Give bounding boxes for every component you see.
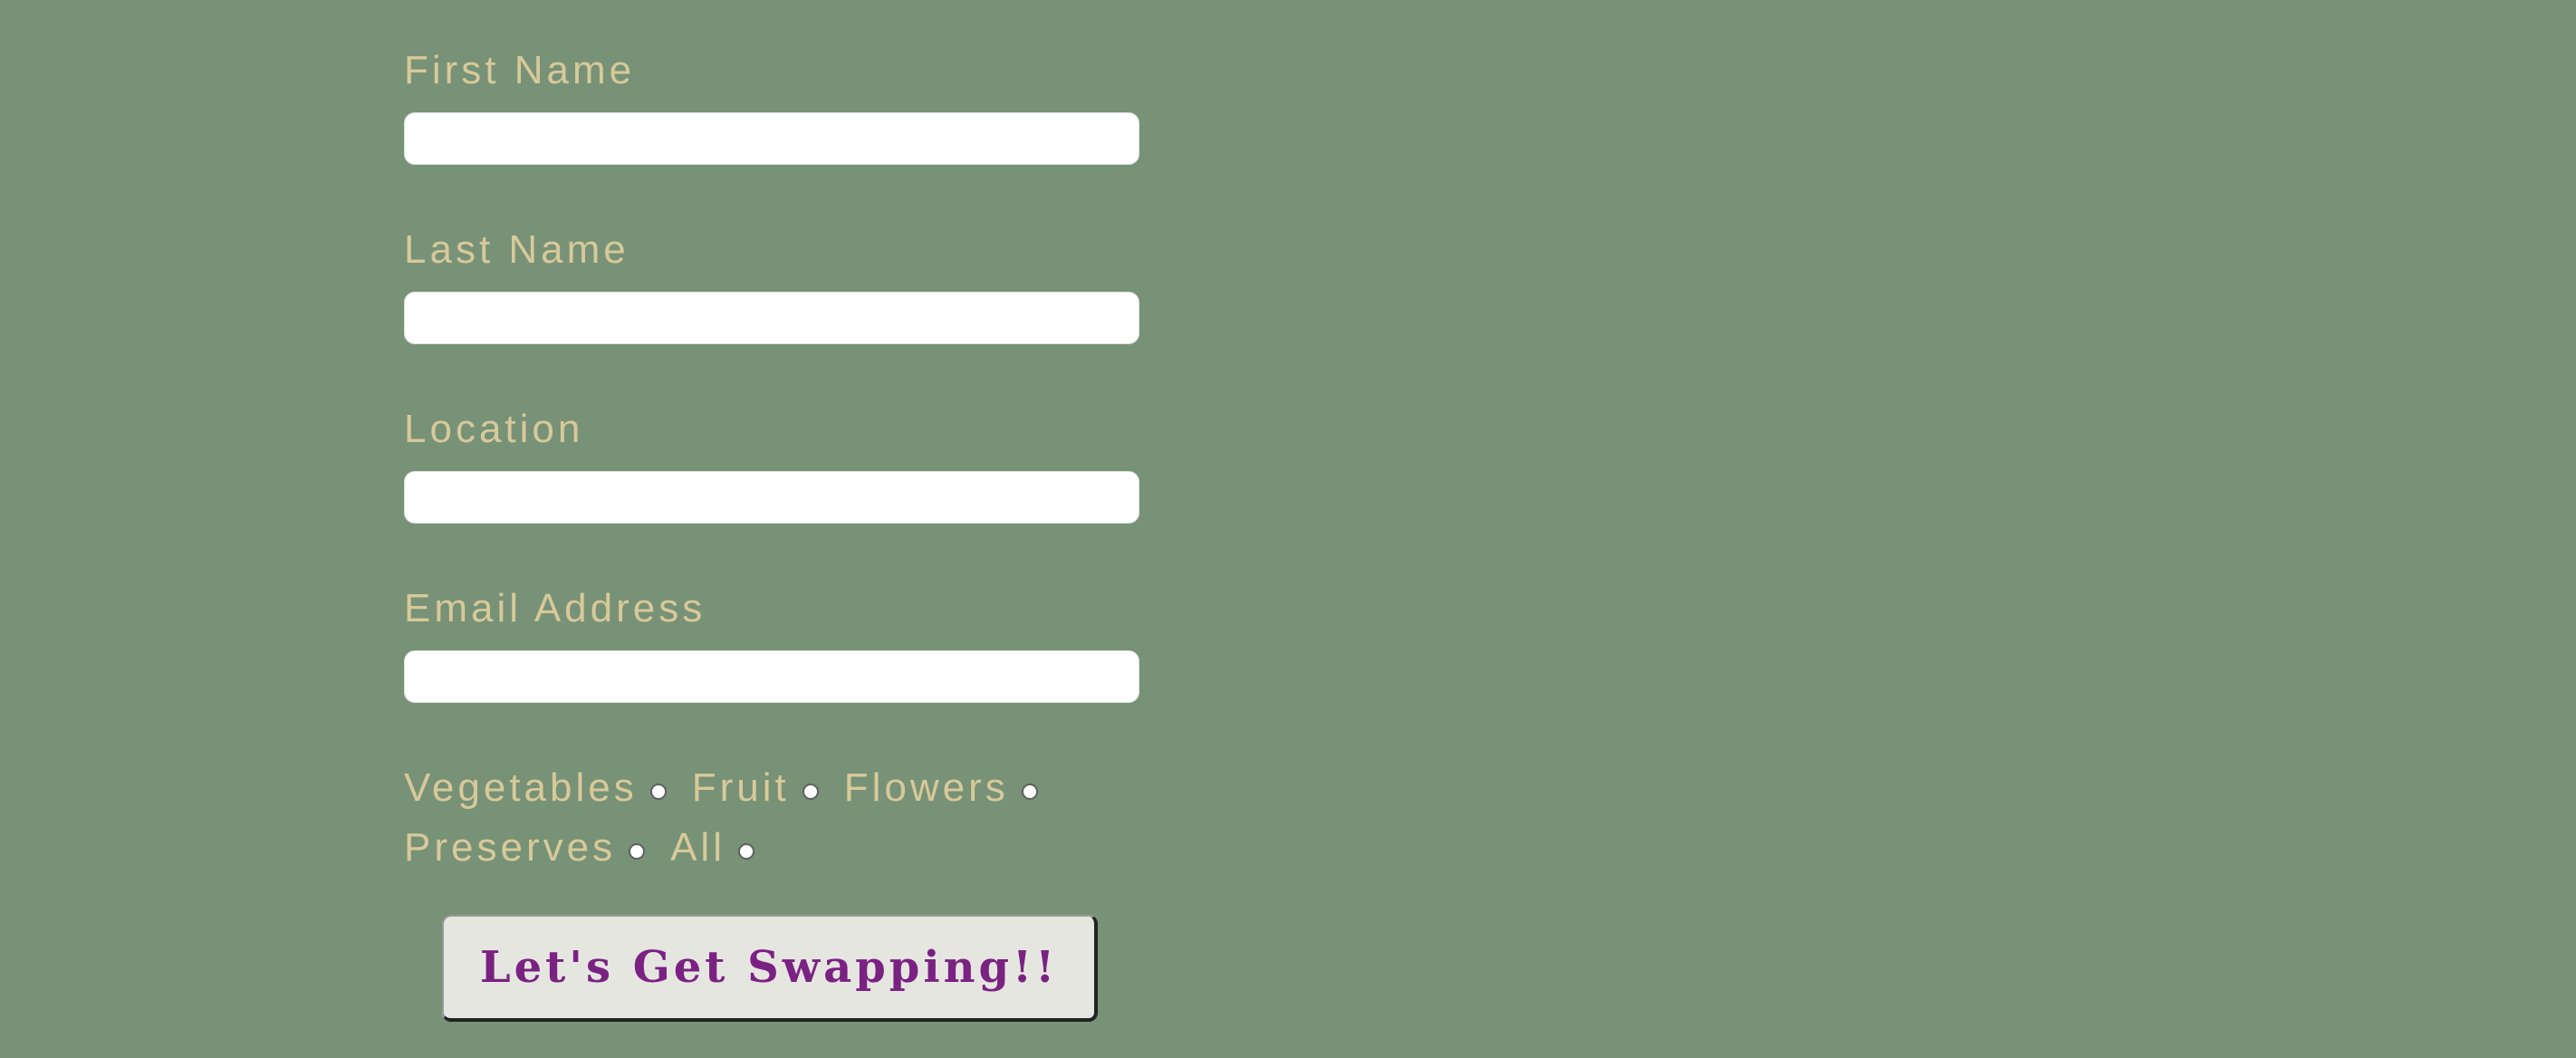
produce-options-row-1: Vegetables Fruit Flowers bbox=[404, 768, 1063, 808]
produce-options-row-2: Preserves All bbox=[404, 828, 780, 868]
radio-vegetables[interactable] bbox=[649, 784, 667, 800]
first-name-input[interactable] bbox=[404, 112, 1139, 165]
radio-fruit[interactable] bbox=[802, 784, 819, 800]
radio-label-preserves: Preserves bbox=[404, 825, 617, 870]
email-address-label: Email Address bbox=[404, 586, 706, 630]
radio-all[interactable] bbox=[737, 843, 755, 860]
radio-label-flowers: Flowers bbox=[843, 765, 1009, 810]
lets-get-swapping-button[interactable]: Let's Get Swapping!! bbox=[442, 915, 1098, 1022]
last-name-input[interactable] bbox=[404, 292, 1139, 344]
email-address-input[interactable] bbox=[404, 650, 1139, 703]
radio-label-fruit: Fruit bbox=[691, 765, 790, 810]
location-input[interactable] bbox=[404, 471, 1139, 524]
radio-flowers[interactable] bbox=[1021, 784, 1038, 800]
radio-preserves[interactable] bbox=[629, 843, 646, 860]
last-name-label: Last Name bbox=[404, 227, 630, 272]
radio-label-all: All bbox=[670, 825, 726, 870]
location-label: Location bbox=[404, 407, 584, 451]
first-name-label: First Name bbox=[404, 48, 636, 92]
radio-label-vegetables: Vegetables bbox=[404, 765, 638, 810]
